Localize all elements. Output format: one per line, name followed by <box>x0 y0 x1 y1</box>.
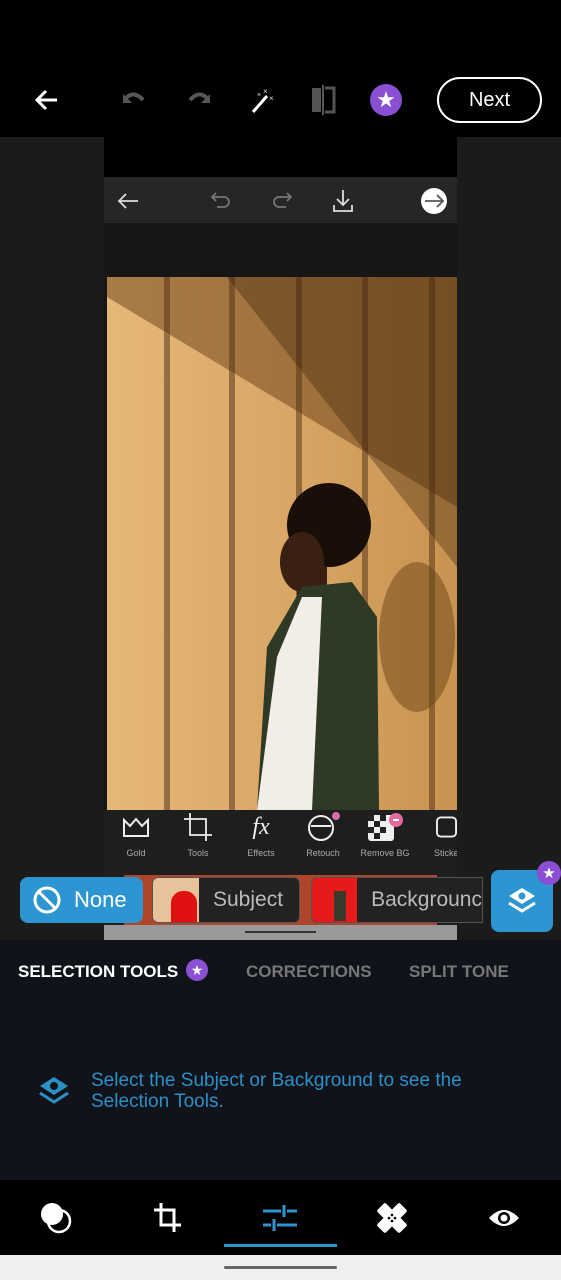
tool-retouch[interactable]: Retouch <box>293 812 353 858</box>
sticker-icon <box>420 812 457 842</box>
system-gesture-bar <box>0 1255 561 1280</box>
redo-icon[interactable] <box>269 187 297 215</box>
subject-thumbnail <box>153 878 199 922</box>
healing-icon[interactable] <box>372 1198 412 1238</box>
forward-circle-icon[interactable] <box>420 187 448 215</box>
fx-icon: fx <box>252 813 270 840</box>
tab-corrections[interactable]: CORRECTIONS <box>246 962 372 982</box>
photo-canvas[interactable] <box>107 277 457 810</box>
redo-icon[interactable] <box>181 82 217 118</box>
svg-text:×: × <box>269 94 274 103</box>
magic-wand-icon[interactable]: × × × <box>244 82 280 118</box>
no-selection-icon <box>33 886 61 914</box>
layers-icon <box>36 1074 72 1113</box>
embedded-status-area <box>104 137 457 177</box>
tool-tools[interactable]: Tools <box>168 812 228 858</box>
crop-icon <box>168 812 228 842</box>
home-indicator[interactable] <box>224 1266 337 1269</box>
next-button[interactable]: Next <box>437 77 542 123</box>
tab-split-tone[interactable]: SPLIT TONE <box>409 962 509 982</box>
retouch-face-icon <box>293 812 353 842</box>
undo-icon[interactable] <box>206 187 234 215</box>
tool-gold[interactable]: Gold <box>106 812 166 858</box>
selection-hint-text: Select the Subject or Background to see … <box>91 1070 462 1112</box>
adjustments-icon[interactable] <box>260 1198 300 1238</box>
crown-icon <box>106 812 166 842</box>
tab-selection-tools[interactable]: SELECTION TOOLS <box>18 962 178 982</box>
layers-icon <box>508 888 536 913</box>
strip-handle-area <box>104 925 457 940</box>
crop-icon[interactable] <box>148 1198 188 1238</box>
tool-effects[interactable]: fx Effects <box>231 812 291 859</box>
back-arrow-icon[interactable] <box>114 187 142 215</box>
premium-star-icon[interactable]: ★ <box>368 82 404 118</box>
background-thumbnail <box>312 878 358 922</box>
none-selection-button[interactable]: None <box>20 877 143 923</box>
back-arrow-icon[interactable] <box>29 82 65 118</box>
looks-icon[interactable] <box>36 1198 76 1238</box>
undo-icon[interactable] <box>116 82 152 118</box>
remove-bg-icon <box>355 812 415 842</box>
premium-star-icon: ★ <box>186 959 208 981</box>
svg-text:×: × <box>257 92 261 99</box>
subject-selection-button[interactable]: Subject <box>152 877 300 923</box>
tool-remove-bg[interactable]: Remove BG <box>355 812 415 858</box>
premium-star-icon: ★ <box>537 861 561 885</box>
background-selection-button[interactable]: Backgrounc <box>311 877 483 923</box>
download-icon[interactable] <box>329 187 357 215</box>
tool-stickers[interactable]: Sticke <box>420 812 457 858</box>
active-tab-indicator <box>224 1244 337 1247</box>
preview-eye-icon[interactable] <box>484 1198 524 1238</box>
svg-text:×: × <box>263 87 268 96</box>
compare-icon[interactable] <box>305 82 341 118</box>
